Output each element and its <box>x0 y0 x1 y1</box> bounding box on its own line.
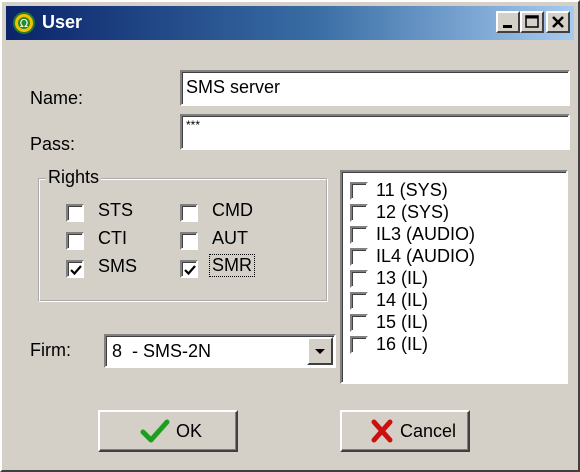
channel-checkbox[interactable] <box>350 292 368 310</box>
channel-label: IL3 (AUDIO) <box>376 224 476 244</box>
ok-label: OK <box>176 421 203 441</box>
x-mark-icon <box>371 419 393 443</box>
channel-label: 13 (IL) <box>376 268 429 288</box>
rights-aut-label: AUT <box>212 228 248 248</box>
name-label: Name: <box>30 88 84 108</box>
rights-sms-label: SMS <box>98 256 138 276</box>
list-item[interactable]: 12 (SYS) <box>350 202 560 224</box>
maximize-button[interactable] <box>520 11 544 33</box>
channel-label: 12 (SYS) <box>376 202 450 222</box>
title-bar[interactable]: Ω User <box>6 6 574 40</box>
svg-text:Ω: Ω <box>20 17 28 30</box>
check-icon <box>70 265 82 276</box>
firm-dropdown-button[interactable] <box>307 337 333 365</box>
list-item[interactable]: 11 (SYS) <box>350 180 560 202</box>
channel-checkbox[interactable] <box>350 336 368 354</box>
list-item[interactable]: IL4 (AUDIO) <box>350 246 560 268</box>
rights-aut-checkbox[interactable] <box>180 232 198 250</box>
rights-cti-checkbox[interactable] <box>66 232 84 250</box>
channel-label: 16 (IL) <box>376 334 429 354</box>
firm-value: 8 - SMS-2N <box>112 341 212 361</box>
channel-label: 15 (IL) <box>376 312 429 332</box>
cancel-label: Cancel <box>400 421 457 441</box>
chevron-down-icon <box>315 349 325 354</box>
close-button[interactable] <box>546 11 570 33</box>
pass-label: Pass: <box>30 134 76 154</box>
rights-cmd-checkbox[interactable] <box>180 204 198 222</box>
maximize-icon <box>525 15 539 28</box>
window-title: User <box>42 12 83 32</box>
firm-label: Firm: <box>30 340 71 360</box>
minimize-icon <box>503 25 512 28</box>
channel-checkbox[interactable] <box>350 204 368 222</box>
rights-title: Rights <box>46 167 102 188</box>
list-item[interactable]: IL3 (AUDIO) <box>350 224 560 246</box>
rights-cmd-label: CMD <box>212 200 253 220</box>
firm-select[interactable]: 8 - SMS-2N <box>104 334 336 368</box>
check-icon <box>184 265 196 276</box>
cancel-button[interactable]: Cancel <box>340 410 470 452</box>
channel-checkbox[interactable] <box>350 270 368 288</box>
password-field[interactable]: *** <box>180 114 570 150</box>
rights-sts-checkbox[interactable] <box>66 204 84 222</box>
user-dialog: Ω User Name: SMS server Pass: *** Rights… <box>0 0 580 472</box>
channel-checkbox[interactable] <box>350 314 368 332</box>
channel-list[interactable]: 11 (SYS) 12 (SYS) IL3 (AUDIO) IL4 (AUDIO… <box>340 170 568 384</box>
name-field[interactable]: SMS server <box>180 70 570 106</box>
rights-smr-checkbox[interactable] <box>180 260 198 278</box>
list-item[interactable]: 13 (IL) <box>350 268 560 290</box>
channel-label: 14 (IL) <box>376 290 429 310</box>
ok-button[interactable]: OK <box>98 410 238 452</box>
channel-checkbox[interactable] <box>350 226 368 244</box>
channel-label: 11 (SYS) <box>376 180 448 200</box>
rights-cti-label: CTI <box>98 228 127 248</box>
close-icon <box>552 16 564 28</box>
rights-sms-checkbox[interactable] <box>66 260 84 278</box>
rights-sts-label: STS <box>98 200 134 220</box>
list-item[interactable]: 16 (IL) <box>350 334 560 356</box>
channel-checkbox[interactable] <box>350 182 368 200</box>
rights-smr-label: SMR <box>209 254 255 277</box>
checkmark-icon <box>140 419 170 443</box>
channel-label: IL4 (AUDIO) <box>376 246 476 266</box>
list-item[interactable]: 15 (IL) <box>350 312 560 334</box>
password-value: *** <box>186 118 201 132</box>
channel-checkbox[interactable] <box>350 248 368 266</box>
name-value: SMS server <box>186 77 281 97</box>
list-item[interactable]: 14 (IL) <box>350 290 560 312</box>
omega-circle-icon: Ω <box>13 12 35 34</box>
minimize-button[interactable] <box>496 11 520 33</box>
